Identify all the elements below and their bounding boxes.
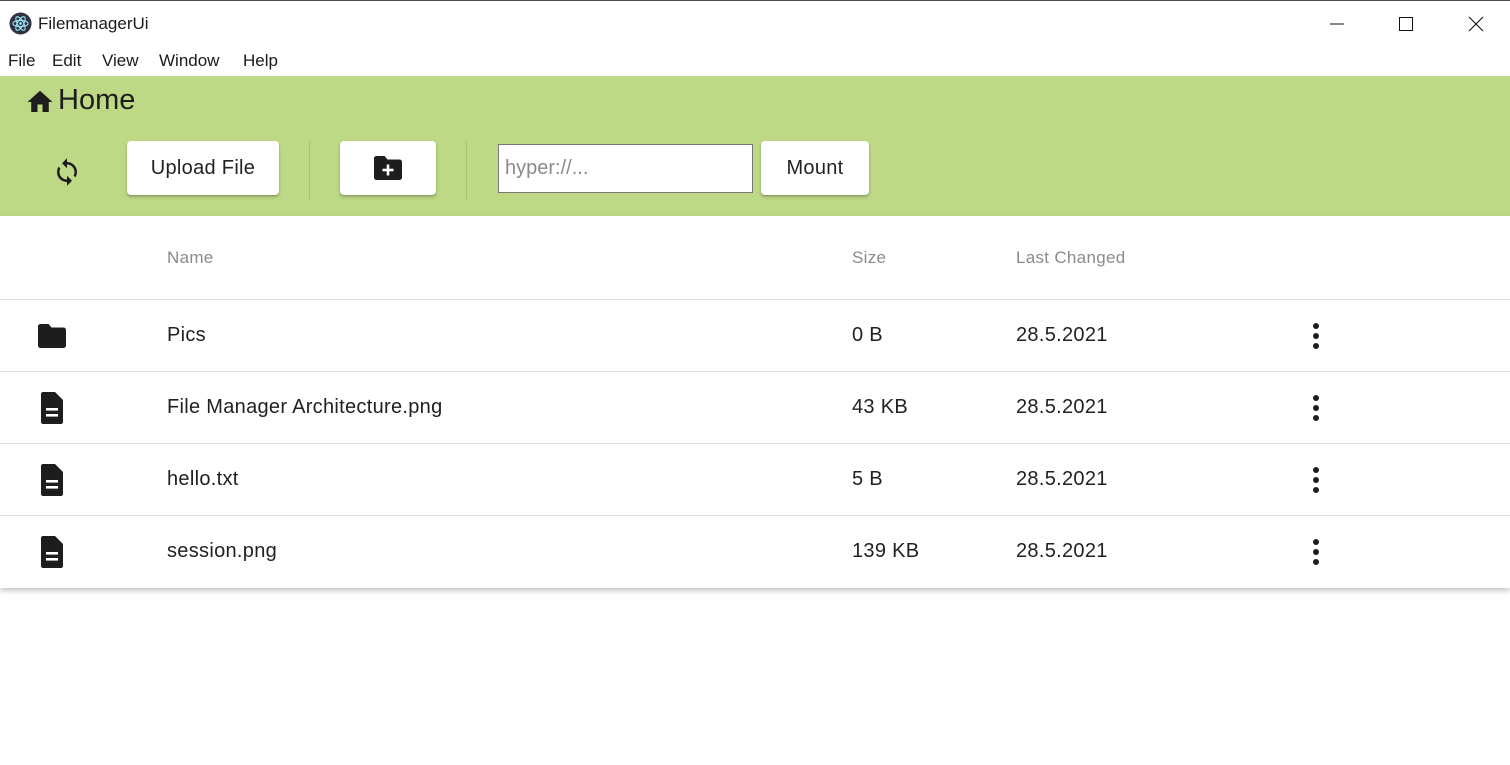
column-header-size[interactable]: Size [852, 248, 886, 268]
file-size: 43 KB [852, 396, 908, 418]
table-row[interactable]: session.png 139 KB 28.5.2021 [0, 515, 1510, 587]
close-button[interactable] [1441, 1, 1510, 47]
file-icon [34, 534, 70, 570]
file-size: 139 KB [852, 540, 920, 562]
title-bar: FilemanagerUi [0, 0, 1510, 47]
file-name[interactable]: hello.txt [167, 468, 239, 491]
file-last-changed: 28.5.2021 [1016, 396, 1108, 418]
minimize-button[interactable] [1302, 1, 1372, 47]
file-last-changed: 28.5.2021 [1016, 324, 1108, 346]
new-folder-button[interactable] [340, 141, 436, 195]
table-row[interactable]: Pics 0 B 28.5.2021 [0, 299, 1510, 371]
file-icon [41, 464, 63, 496]
folder-icon [38, 324, 66, 348]
menu-file[interactable]: File [8, 51, 35, 71]
electron-logo-icon [9, 12, 32, 35]
more-vert-icon [1313, 467, 1319, 493]
minimize-icon [1330, 23, 1344, 25]
row-menu-button[interactable] [1299, 316, 1333, 356]
mount-label: Mount [786, 156, 844, 179]
file-last-changed: 28.5.2021 [1016, 540, 1108, 562]
file-icon [41, 536, 63, 568]
refresh-button[interactable] [42, 148, 92, 196]
maximize-button[interactable] [1371, 1, 1441, 47]
toolbar-divider [309, 141, 310, 200]
column-header-name[interactable]: Name [167, 248, 214, 268]
page-title: Home [58, 84, 136, 116]
hyper-url-input[interactable] [498, 144, 753, 193]
upload-file-label: Upload File [150, 156, 256, 179]
row-menu-button[interactable] [1299, 532, 1333, 572]
file-icon [34, 462, 70, 498]
folder-icon [34, 318, 70, 354]
more-vert-icon [1313, 539, 1319, 565]
file-name[interactable]: File Manager Architecture.png [167, 396, 443, 419]
row-menu-button[interactable] [1299, 388, 1333, 428]
file-size: 5 B [852, 468, 883, 490]
menu-bar: File Edit View Window Help [0, 47, 1510, 76]
menu-help[interactable]: Help [243, 51, 278, 71]
file-table: Name Size Last Changed Pics 0 B 28.5.202… [0, 216, 1510, 588]
file-size: 0 B [852, 324, 883, 346]
toolbar-divider [466, 141, 467, 200]
more-vert-icon [1313, 395, 1319, 421]
table-row[interactable]: hello.txt 5 B 28.5.2021 [0, 443, 1510, 515]
menu-edit[interactable]: Edit [52, 51, 81, 71]
refresh-icon [57, 158, 77, 186]
row-menu-button[interactable] [1299, 460, 1333, 500]
file-last-changed: 28.5.2021 [1016, 468, 1108, 490]
file-name[interactable]: session.png [167, 540, 277, 563]
column-header-last-changed[interactable]: Last Changed [1016, 248, 1125, 268]
upload-file-button[interactable]: Upload File [127, 141, 279, 195]
file-icon [41, 392, 63, 424]
window-title: FilemanagerUi [38, 14, 149, 33]
menu-window[interactable]: Window [159, 51, 219, 71]
mount-button[interactable]: Mount [761, 141, 869, 195]
file-name[interactable]: Pics [167, 324, 206, 347]
more-vert-icon [1313, 323, 1319, 349]
table-row[interactable]: File Manager Architecture.png 43 KB 28.5… [0, 371, 1510, 443]
home-icon [27, 90, 53, 112]
close-icon [1468, 16, 1484, 32]
new-folder-icon [374, 156, 402, 180]
file-icon [34, 390, 70, 426]
maximize-icon [1399, 17, 1413, 31]
menu-view[interactable]: View [102, 51, 139, 71]
